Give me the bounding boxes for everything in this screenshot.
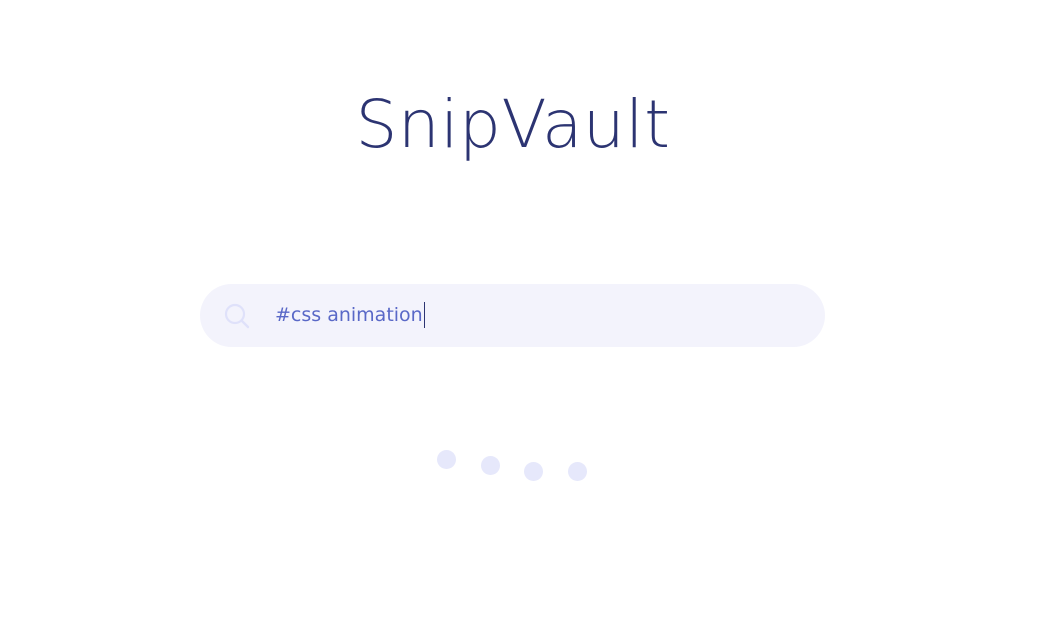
loading-dot [524,462,543,481]
loading-dot [437,450,456,469]
loading-dot [568,462,587,481]
text-caret [423,302,425,328]
search-icon[interactable] [223,302,251,330]
search-input-value: #css animation [275,304,423,326]
loading-dot [481,456,500,475]
search-input[interactable]: #css animation [275,302,425,328]
app-title: SnipVault [355,86,671,163]
